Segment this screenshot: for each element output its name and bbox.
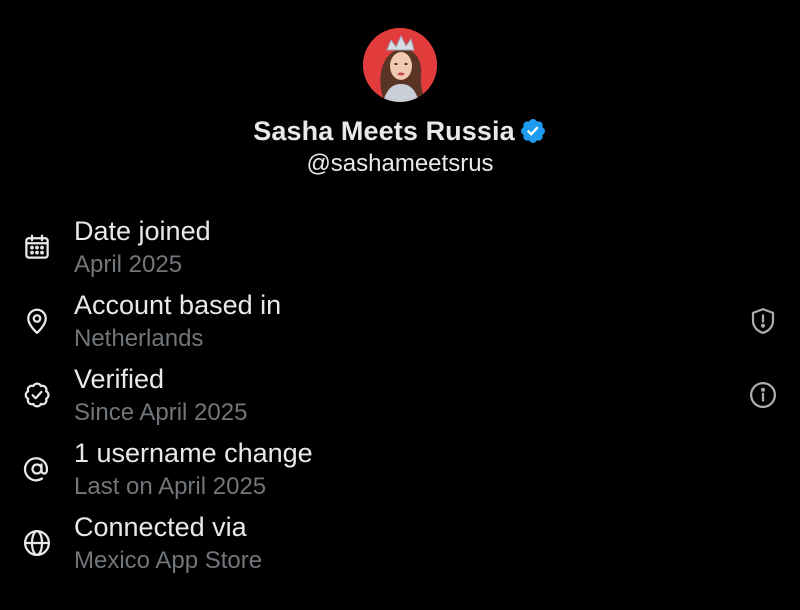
info-row-verified: Verified Since April 2025 — [0, 360, 800, 434]
info-row-connected-via: Connected via Mexico App Store — [0, 508, 800, 582]
row-title: Account based in — [74, 290, 282, 320]
avatar[interactable] — [363, 28, 437, 102]
handle[interactable]: @sashameetsrus — [0, 150, 800, 178]
info-row-account-based-in: Account based in Netherlands — [0, 286, 800, 360]
row-title: Verified — [74, 364, 165, 394]
at-sign-icon — [22, 454, 52, 484]
row-text: Connected via Mexico App Store — [74, 510, 262, 578]
location-pin-icon — [22, 306, 52, 336]
row-title: Date joined — [74, 216, 211, 246]
globe-icon — [22, 528, 52, 558]
display-name[interactable]: Sasha Meets Russia — [253, 116, 514, 147]
about-account-list: Date joined April 2025 Account based in … — [0, 212, 800, 582]
shield-alert-icon[interactable] — [748, 306, 778, 336]
verified-badge-icon[interactable] — [519, 117, 547, 145]
profile-header: Sasha Meets Russia @sashameetsrus — [0, 28, 800, 178]
row-text: 1 username change Last on April 2025 — [74, 436, 313, 504]
row-subtitle: Last on April 2025 — [74, 473, 267, 500]
info-icon[interactable] — [748, 380, 778, 410]
row-text: Account based in Netherlands — [74, 288, 281, 356]
calendar-icon — [22, 232, 52, 262]
info-row-date-joined: Date joined April 2025 — [0, 212, 800, 286]
row-text: Date joined April 2025 — [74, 214, 211, 282]
verified-check-icon — [22, 380, 52, 410]
info-row-username-changes: 1 username change Last on April 2025 — [0, 434, 800, 508]
row-text: Verified Since April 2025 — [74, 362, 247, 430]
row-title: Connected via — [74, 512, 247, 542]
row-subtitle: April 2025 — [74, 251, 183, 278]
row-title: 1 username change — [74, 438, 313, 468]
row-subtitle: Netherlands — [74, 325, 204, 352]
row-subtitle: Mexico App Store — [74, 547, 263, 574]
name-row: Sasha Meets Russia — [0, 115, 800, 147]
row-subtitle: Since April 2025 — [74, 399, 248, 426]
avatar-image — [363, 28, 437, 102]
